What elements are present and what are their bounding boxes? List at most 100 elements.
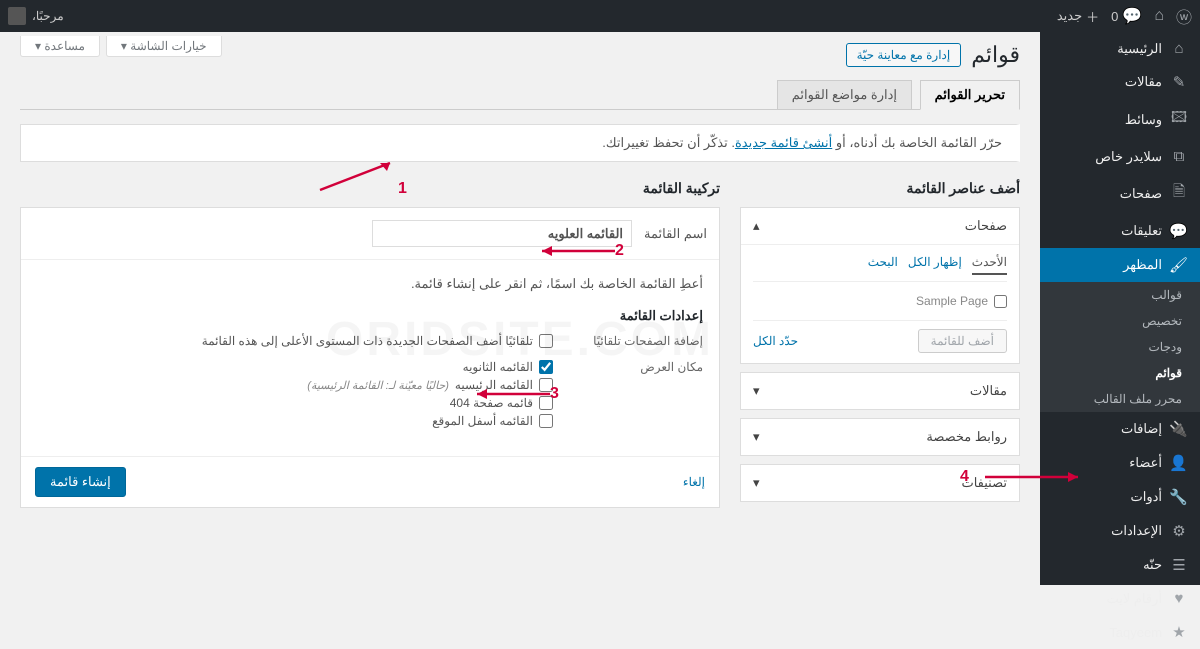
add-items-heading: أضف عناصر القائمة [740,180,1020,197]
menu-structure-heading: تركيبة القائمة [20,180,720,197]
menu-label: سلايدر خاص [1095,149,1162,165]
menu-name-label: اسم القائمة [644,226,707,242]
menu-icon: 🗎 [1170,181,1188,206]
menu-label: إضافات [1121,421,1162,437]
sidebar-item-0[interactable]: ⌂ الرئيسية [1040,32,1200,65]
pages-tab-all[interactable]: إظهار الكل [908,255,962,275]
accordion-pages: صفحات▴ الأحدث إظهار الكل البحث Sample Pa… [740,207,1020,364]
location-secondary-checkbox[interactable] [539,360,553,374]
create-menu-button[interactable]: إنشاء قائمة [35,467,126,497]
menu-label: تعليقات [1121,223,1162,239]
sidebar-item-5[interactable]: 💬 تعليقات [1040,214,1200,248]
nav-tabs: تحرير القوائم إدارة مواضع القوائم [20,80,1020,110]
sidebar-item-11[interactable]: ☰حنّه [1040,548,1200,582]
page-item-checkbox[interactable] [994,295,1007,308]
accordion-links-toggle[interactable]: روابط مخصصة▾ [741,419,1019,455]
screen-options-tab[interactable]: خيارات الشاشة ▾ [106,36,222,57]
menu-icon: 💬 [1170,222,1188,240]
comments-count: 0 [1111,9,1118,24]
select-all-link[interactable]: حدّد الكل [753,334,798,348]
auto-add-checkbox[interactable] [539,334,553,348]
help-tab[interactable]: مساعدة ▾ [20,36,100,57]
tab-edit-menus[interactable]: تحرير القوائم [920,80,1020,110]
accordion-posts-toggle[interactable]: مقالات▾ [741,373,1019,409]
manage-live-preview-button[interactable]: إدارة مع معاينة حيّة [846,43,962,67]
admin-bar: ⓦ ⌂ 💬0 ＋جديد مرحبًا، [0,0,1200,32]
main-content: خيارات الشاشة ▾ مساعدة ▾ قوائم إدارة مع … [0,32,1040,585]
menu-settings-heading: إعدادات القائمة [37,308,703,324]
plus-icon: ＋ [1086,7,1099,26]
menu-icon: ⌂ [1170,40,1188,57]
submenu-item[interactable]: قوائم [1040,360,1200,386]
sidebar-item-10[interactable]: ⚙ الإعدادات [1040,514,1200,548]
comments-indicator[interactable]: 💬0 [1111,6,1142,26]
sidebar-item-6[interactable]: 🖌المظهر [1040,248,1200,282]
menu-label: الإعدادات [1111,523,1162,539]
pages-tab-search[interactable]: البحث [868,255,898,275]
chevron-down-icon: ▾ [753,429,760,445]
chevron-down-icon: ▾ [753,475,760,491]
menu-name-input[interactable] [372,220,632,247]
display-location-label: مكان العرض [583,360,703,374]
menu-icon: 👤 [1170,454,1188,472]
menu-icon: ⧉ [1170,148,1188,165]
menu-label: Taqyeem [1109,625,1162,640]
location-primary-checkbox[interactable] [539,378,553,392]
menu-icon: 🖌 [1170,256,1188,274]
location-404-checkbox[interactable] [539,396,553,410]
home-icon[interactable]: ⌂ [1154,7,1164,25]
sidebar-item-7[interactable]: 🔌 إضافات [1040,412,1200,446]
tab-manage-locations[interactable]: إدارة مواضع القوائم [777,80,912,109]
menu-label: أرقام لايت [1106,591,1162,607]
admin-sidebar: ⌂الرئيسية✎مقالات🖾وسائط⧉سلايدر خاص🗎صفحات💬… [1040,32,1200,585]
accordion-links: روابط مخصصة▾ [740,418,1020,456]
location-footer[interactable]: القائمه أسفل الموقع [37,414,553,428]
menu-icon: ☰ [1170,556,1188,574]
sidebar-item-2[interactable]: 🖾وسائط [1040,99,1200,140]
sidebar-item-1[interactable]: ✎ مقالات [1040,65,1200,99]
new-content-button[interactable]: ＋جديد [1057,7,1099,26]
menu-label: الرئيسية [1117,41,1162,57]
menu-icon: ⚙ [1170,522,1188,540]
accordion-categories: تصنيفات▾ [740,464,1020,502]
sidebar-item-4[interactable]: 🗎صفحات [1040,173,1200,214]
add-to-menu-button[interactable]: أضف للقائمة [918,329,1007,353]
menu-icon: 🔌 [1170,420,1188,438]
submenu-item[interactable]: ودجات [1040,334,1200,360]
auto-add-option[interactable]: تلقائيًا أضف الصفحات الجديدة ذات المستوى… [37,334,553,348]
accordion-posts: مقالات▾ [740,372,1020,410]
location-primary[interactable]: القائمه الرئيسيه (حاليًا معيّنة لـ: القا… [37,378,553,392]
sidebar-item-9[interactable]: 🔧أدوات [1040,480,1200,514]
menu-hint: أعطِ القائمة الخاصة بك اسمًا، ثم انقر عل… [37,276,703,292]
wordpress-logo-icon[interactable]: ⓦ [1176,4,1192,28]
location-footer-checkbox[interactable] [539,414,553,428]
menu-label: أعضاء [1129,455,1162,471]
pages-tab-recent[interactable]: الأحدث [972,255,1007,275]
info-notice: حرّر القائمة الخاصة بك أدناه، أو أنشئ قا… [20,124,1020,162]
menu-icon: 🔧 [1170,488,1188,506]
sidebar-item-8[interactable]: 👤 أعضاء [1040,446,1200,480]
menu-edit-box: اسم القائمة أعطِ القائمة الخاصة بك اسمًا… [20,207,720,508]
location-secondary[interactable]: القائمه الثانويه [37,360,553,374]
menu-icon: ★ [1170,623,1188,641]
menu-icon: 🖾 [1170,107,1188,132]
accordion-cats-toggle[interactable]: تصنيفات▾ [741,465,1019,501]
submenu-item[interactable]: محرر ملف القالب [1040,386,1200,412]
accordion-pages-toggle[interactable]: صفحات▴ [741,208,1019,245]
location-404[interactable]: قائمه صفحة 404 [37,396,553,410]
submenu-item[interactable]: قوالب [1040,282,1200,308]
submenu-item[interactable]: تخصيص [1040,308,1200,334]
sidebar-item-12[interactable]: ♥أرقام لايت [1040,582,1200,615]
user-greeting[interactable]: مرحبًا، [8,7,64,25]
chevron-up-icon: ▴ [753,218,760,234]
menu-label: مقالات [1125,74,1162,90]
menu-icon: ✎ [1170,73,1188,91]
sidebar-item-13[interactable]: ★ Taqyeem [1040,615,1200,649]
page-item-sample[interactable]: Sample Page [753,290,1007,312]
appearance-submenu: قوالبتخصيصودجاتقوائممحرر ملف القالب [1040,282,1200,412]
page-title: قوائم [971,42,1020,68]
cancel-link[interactable]: إلغاء [683,475,705,489]
create-new-menu-link[interactable]: أنشئ قائمة جديدة [735,135,832,150]
sidebar-item-3[interactable]: ⧉ سلايدر خاص [1040,140,1200,173]
comment-icon: 💬 [1122,6,1142,26]
